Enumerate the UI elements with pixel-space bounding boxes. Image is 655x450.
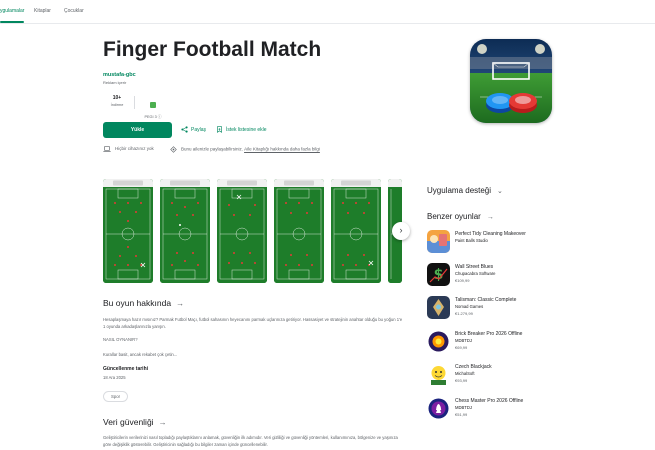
about-heading[interactable]: Bu oyun hakkında → (103, 298, 184, 308)
similar-game-title: Perfect Tidy Cleaning Makeover (455, 231, 526, 237)
arrow-right-icon: → (158, 418, 167, 427)
family-library-link[interactable]: Aile Kitaplığı hakkında daha fazla bilgi (244, 147, 320, 152)
data-safety-text: Geliştiricilerin verilerinizi nasıl topl… (103, 435, 398, 447)
similar-game-item[interactable]: Czech Blackjack MichalSoft €93,99 (427, 363, 627, 387)
stat-divider (134, 96, 135, 109)
about-paragraph-1: Hesaplaşmaya hazır mısınız? Parmak Futbo… (103, 317, 403, 329)
app-title: Finger Football Match (103, 38, 322, 61)
similar-game-title: Brick Breaker Pro 2026 Offline (455, 331, 523, 337)
similar-game-title: Czech Blackjack (455, 364, 492, 370)
install-button[interactable]: Yükle (103, 122, 172, 138)
about-paragraph-2: NASIL OYNANIR? (103, 337, 138, 342)
talisman-icon (427, 296, 450, 319)
similar-game-developer: Paint Balls Studio (455, 238, 488, 243)
device-note: Hiçbir cihazınız yok (103, 146, 154, 152)
family-note-text: Bunu ailenizle paylaşabilirsiniz. (181, 146, 244, 152)
similar-games-heading[interactable]: Benzer oyunlar → (427, 212, 494, 221)
tab-apps[interactable]: ygulamalar (0, 8, 24, 14)
screenshot-5[interactable] (331, 179, 381, 283)
active-tab-indicator (0, 21, 24, 23)
screenshot-1[interactable] (103, 179, 153, 283)
similar-game-title: Chess Master Pro 2026 Offline (455, 398, 524, 404)
app-support-heading[interactable]: Uygulama desteği ⌄ (427, 186, 503, 195)
arrow-right-icon: → (176, 299, 185, 308)
cleaning-game-icon (427, 230, 450, 253)
similar-game-item[interactable]: Chess Master Pro 2026 Offline MDBTDJ €51… (427, 397, 627, 421)
developer-link[interactable]: mustafa-gbc (103, 72, 136, 78)
chevron-right-icon: › (399, 225, 403, 235)
screenshot-2[interactable] (160, 179, 210, 283)
laptop-icon (103, 146, 111, 152)
device-note-text: Hiçbir cihazınız yok (115, 146, 154, 152)
similar-game-developer: MDBTDJ (455, 405, 472, 410)
similar-game-developer: Chupacabra Software (455, 271, 496, 276)
similar-games-heading-text: Benzer oyunlar (427, 212, 481, 221)
downloads-label: İndirme (110, 103, 124, 107)
share-button[interactable]: Paylaş (181, 126, 206, 133)
updated-value: 18 Ara 2025 (103, 375, 126, 380)
about-heading-text: Bu oyun hakkında (103, 298, 172, 308)
ads-note: Reklam içerir (103, 80, 127, 85)
wishlist-label: İstek listesine ekle (226, 126, 267, 133)
share-icon (181, 126, 188, 133)
app-icon (470, 39, 552, 123)
similar-game-developer: MDBTDJ (455, 338, 472, 343)
downloads-value: 10+ (112, 95, 122, 101)
similar-game-item[interactable]: $ Wall Street Blues Chupacabra Software … (427, 263, 627, 287)
rating-label: PEGI 3 ⓘ (144, 115, 162, 119)
chevron-down-icon: ⌄ (497, 188, 503, 195)
brick-breaker-icon (427, 330, 450, 353)
similar-game-item[interactable]: Brick Breaker Pro 2026 Offline MDBTDJ €6… (427, 330, 627, 354)
arrow-right-icon: → (486, 214, 494, 221)
similar-game-price: €93,99 (455, 378, 468, 383)
data-safety-heading-text: Veri güvenliği (103, 417, 154, 427)
family-library-icon (170, 146, 177, 153)
rating-stat[interactable]: PEGI 3 ⓘ (138, 95, 168, 120)
share-label: Paylaş (191, 126, 207, 133)
bookmark-add-icon (217, 126, 222, 133)
blackjack-icon (427, 363, 450, 386)
similar-game-price: €51,99 (455, 412, 468, 417)
category-chip[interactable]: Spor (103, 391, 129, 402)
tab-books[interactable]: Kitaplar (34, 8, 51, 14)
similar-game-developer: MichalSoft (455, 371, 475, 376)
similar-game-title: Talisman: Classic Complete (455, 297, 517, 303)
similar-game-developer: Nomad Games (455, 304, 484, 309)
data-safety-heading[interactable]: Veri güvenliği → (103, 417, 167, 427)
wishlist-button[interactable]: İstek listesine ekle (216, 126, 267, 133)
stock-chart-icon: $ (427, 263, 450, 286)
similar-game-item[interactable]: Talisman: Classic Complete Nomad Games €… (427, 296, 627, 320)
similar-game-price: €109,99 (455, 278, 470, 283)
similar-game-item[interactable]: Perfect Tidy Cleaning Makeover Paint Bal… (427, 230, 627, 254)
about-paragraph-3: Kurallar basit, ancak rekabet çok çetin.… (103, 352, 178, 357)
similar-game-title: Wall Street Blues (455, 264, 494, 270)
pegi-icon (150, 102, 156, 108)
chess-icon (427, 397, 450, 420)
similar-game-price: €1.279,99 (455, 311, 473, 316)
downloads-stat: 10+ İndirme (103, 95, 131, 107)
family-note: Bunu ailenizle paylaşabilirsiniz. Aile K… (170, 146, 320, 153)
app-support-heading-text: Uygulama desteği (427, 186, 492, 195)
screenshots-next-button[interactable]: › (392, 222, 410, 240)
similar-game-price: €69,99 (455, 345, 468, 350)
tab-kids[interactable]: Çocuklar (64, 8, 84, 14)
screenshot-3[interactable] (217, 179, 267, 283)
updated-label: Güncellenme tarihi (103, 366, 149, 372)
screenshot-4[interactable] (274, 179, 324, 283)
top-nav: ygulamalar Kitaplar Çocuklar (0, 0, 655, 24)
